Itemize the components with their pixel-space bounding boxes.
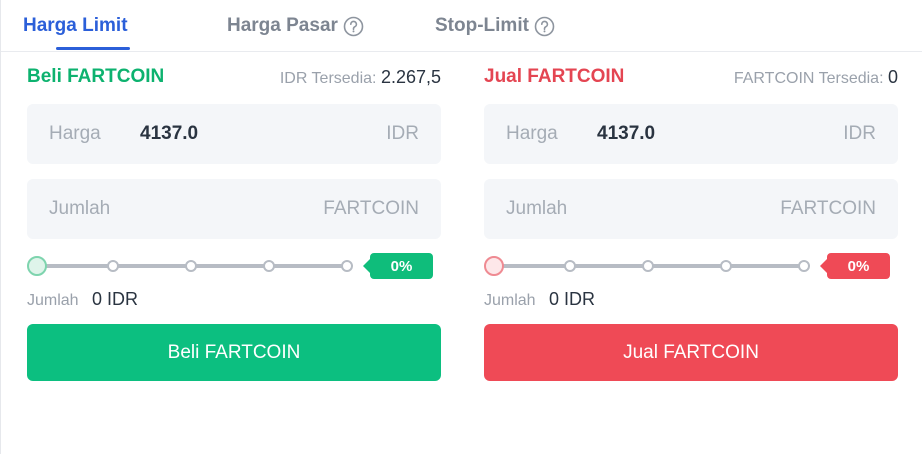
question-circle-icon[interactable] [343,16,364,37]
order-type-tabs: Harga Limit Harga Pasar Stop-Limit [1,0,922,52]
amount-label: Jumlah [506,198,568,219]
tab-label: Harga Limit [23,15,128,36]
buy-button[interactable]: Beli FARTCOIN [27,324,441,381]
total-value: 0 IDR [92,289,139,309]
tab-label: Stop-Limit [435,15,529,36]
tab-limit-price[interactable]: Harga Limit [23,13,128,39]
amount-label: Jumlah [49,198,111,219]
amount-unit: FARTCOIN [780,198,876,219]
price-unit: IDR [843,123,876,144]
slider-step-75[interactable] [720,260,732,272]
buy-title: Beli FARTCOIN [27,66,165,87]
sell-amount-field[interactable]: Jumlah FARTCOIN [484,179,898,239]
total-value: 0 IDR [549,289,596,309]
buy-total: Jumlah 0 IDR [27,289,138,310]
available-balance: IDR Tersedia: 2.267,5 [280,67,441,88]
slider-step-50[interactable] [185,260,197,272]
tab-stop-limit[interactable]: Stop-Limit [435,13,555,39]
price-value: 4137.0 [140,123,199,144]
buy-panel: Beli FARTCOIN IDR Tersedia: 2.267,5 Harg… [27,52,441,392]
available-label: FARTCOIN Tersedia: [733,70,884,87]
question-circle-icon[interactable] [534,16,555,37]
sell-price-field[interactable]: Harga 4137.0 IDR [484,104,898,164]
total-label: Jumlah [484,292,536,309]
active-tab-indicator [56,47,130,50]
slider-step-50[interactable] [642,260,654,272]
price-label: Harga [506,123,558,144]
total-label: Jumlah [27,292,79,309]
available-value: 2.267,5 [380,67,441,87]
sell-panel: Jual FARTCOIN FARTCOIN Tersedia: 0 Harga… [484,52,898,392]
price-value: 4137.0 [597,123,656,144]
slider-handle[interactable] [484,256,504,276]
slider-step-25[interactable] [564,260,576,272]
available-balance: FARTCOIN Tersedia: 0 [734,67,898,88]
slider-percent-badge: 0% [363,253,433,279]
sell-button[interactable]: Jual FARTCOIN [484,324,898,381]
tab-market-price[interactable]: Harga Pasar [227,13,364,39]
buy-amount-field[interactable]: Jumlah FARTCOIN [27,179,441,239]
slider-percent-badge: 0% [820,253,890,279]
slider-step-100[interactable] [798,260,810,272]
amount-unit: FARTCOIN [323,198,419,219]
slider-step-75[interactable] [263,260,275,272]
buy-percent-slider[interactable]: 0% [27,252,441,280]
tab-label: Harga Pasar [227,15,338,36]
slider-step-25[interactable] [107,260,119,272]
buy-price-field[interactable]: Harga 4137.0 IDR [27,104,441,164]
sell-total: Jumlah 0 IDR [484,289,595,310]
available-label: IDR Tersedia: [279,70,377,87]
available-value: 0 [887,67,898,87]
sell-percent-slider[interactable]: 0% [484,252,898,280]
price-label: Harga [49,123,101,144]
slider-handle[interactable] [27,256,47,276]
price-unit: IDR [386,123,419,144]
slider-step-100[interactable] [341,260,353,272]
order-form: Harga Limit Harga Pasar Stop-Limit Beli … [0,0,922,454]
sell-title: Jual FARTCOIN [484,66,625,87]
